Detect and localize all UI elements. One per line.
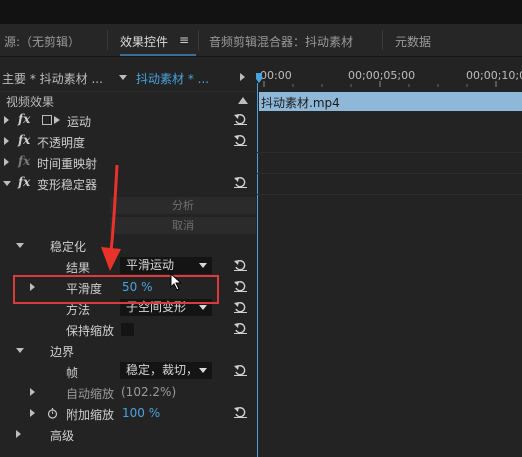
reset-icon[interactable]: [234, 365, 247, 376]
panel-menu-icon[interactable]: ≡: [179, 33, 189, 47]
tab-source[interactable]: 源:（无剪辑）: [4, 33, 80, 50]
video-effects-title: 视频效果: [6, 95, 55, 109]
motion-label: 运动: [67, 115, 92, 129]
fx-icon[interactable]: fx: [18, 175, 30, 189]
preserve-scale-checkbox[interactable]: [121, 323, 134, 336]
expand-icon[interactable]: [30, 388, 35, 396]
reset-icon[interactable]: [234, 135, 247, 146]
opacity-label: 不透明度: [37, 136, 86, 150]
param-row-additional-scale: 附加缩放 100 %: [0, 403, 256, 424]
chevron-down-icon: [199, 305, 207, 310]
clip-name: 抖动素材.mp4: [261, 96, 340, 110]
tab-metadata[interactable]: 元数据: [395, 33, 431, 50]
auto-scale-label: 自动缩放: [66, 387, 115, 401]
tab-divider: [198, 30, 199, 50]
track-line: [256, 194, 522, 195]
advanced-label: 高级: [50, 429, 75, 443]
playhead-icon[interactable]: [256, 73, 262, 83]
track-line: [256, 173, 522, 174]
fx-icon[interactable]: fx: [18, 133, 30, 147]
reset-icon[interactable]: [234, 114, 247, 125]
highlight-box: [13, 275, 219, 304]
tab-divider: [382, 30, 383, 50]
param-row-auto-scale: 自动缩放 (102.2%): [0, 382, 256, 403]
additional-scale-value[interactable]: 100 %: [122, 406, 160, 420]
clip-header-row: 主要 * 抖动素材 ... 抖动素材 * ...: [0, 68, 256, 89]
effect-row-motion[interactable]: fx 运动: [0, 110, 256, 131]
reset-icon[interactable]: [234, 407, 247, 418]
reset-icon[interactable]: [234, 260, 247, 271]
expand-icon[interactable]: [16, 430, 21, 438]
auto-scale-value: (102.2%): [121, 385, 177, 399]
borders-label: 边界: [50, 345, 75, 359]
framing-label: 帧: [66, 366, 79, 380]
playhead-line: [257, 83, 258, 457]
framing-value: 稳定，裁切，: [126, 363, 199, 377]
chevron-down-icon: [199, 368, 207, 373]
track-line: [256, 152, 522, 153]
clip-bar[interactable]: 抖动素材.mp4: [259, 92, 522, 111]
param-row-preserve-scale: 保持缩放: [0, 319, 256, 340]
play-clip-icon[interactable]: [240, 73, 245, 81]
reset-icon[interactable]: [234, 302, 247, 313]
motion-transform-icon[interactable]: [42, 115, 62, 126]
expand-icon[interactable]: [4, 137, 9, 145]
chevron-down-icon[interactable]: [119, 75, 127, 80]
param-row-framing: 帧 稳定，裁切，: [0, 361, 256, 382]
panel-tab-bar: 源:（无剪辑） 效果控件 ≡ 音频剪辑混合器：抖动素材 元数据: [0, 24, 522, 57]
time-remap-label: 时间重映射: [37, 157, 98, 171]
mini-timeline-panel: 00:00 00;00;05;00 00;00;10;0 抖动素材.mp4: [256, 57, 522, 457]
fx-icon: fx: [18, 154, 31, 168]
window-top-bar: [0, 0, 522, 24]
reset-icon[interactable]: [234, 323, 247, 334]
tab-effect-controls[interactable]: 效果控件: [120, 33, 168, 50]
group-advanced[interactable]: 高级: [0, 424, 256, 445]
expand-icon[interactable]: [4, 116, 9, 124]
result-label: 结果: [66, 261, 91, 275]
collapse-icon[interactable]: [16, 348, 24, 353]
mouse-cursor-icon: [170, 273, 182, 291]
stabilization-label: 稳定化: [50, 240, 87, 254]
additional-scale-label: 附加缩放: [66, 408, 115, 422]
framing-dropdown[interactable]: 稳定，裁切，: [120, 362, 212, 379]
collapse-icon[interactable]: [16, 243, 24, 248]
reset-icon[interactable]: [234, 177, 247, 188]
effect-row-opacity[interactable]: fx 不透明度: [0, 131, 256, 152]
tab-divider: [107, 30, 108, 50]
annotation-arrow: [101, 164, 121, 271]
active-tab-underline: [120, 54, 196, 56]
stopwatch-icon[interactable]: [47, 408, 58, 419]
chevron-down-icon: [199, 263, 207, 268]
fx-icon[interactable]: fx: [18, 112, 30, 126]
clip-label[interactable]: 抖动素材 * ...: [136, 70, 209, 87]
time-ruler[interactable]: 00:00 00;00;05;00 00;00;10;0: [256, 67, 522, 87]
ruler-ticks: [263, 81, 497, 87]
reset-icon[interactable]: [234, 281, 247, 292]
expand-icon[interactable]: [30, 409, 35, 417]
preserve-scale-label: 保持缩放: [66, 324, 115, 338]
group-borders[interactable]: 边界: [0, 340, 256, 361]
expand-icon[interactable]: [4, 158, 9, 166]
collapse-up-icon[interactable]: [238, 97, 248, 104]
collapse-icon[interactable]: [3, 181, 11, 186]
warp-stabilizer-label: 变形稳定器: [37, 178, 98, 192]
video-effects-header: 视频效果: [0, 91, 256, 112]
master-clip-label[interactable]: 主要 * 抖动素材 ...: [2, 70, 103, 87]
tab-audio-clip-mixer[interactable]: 音频剪辑混合器：抖动素材: [209, 33, 353, 50]
